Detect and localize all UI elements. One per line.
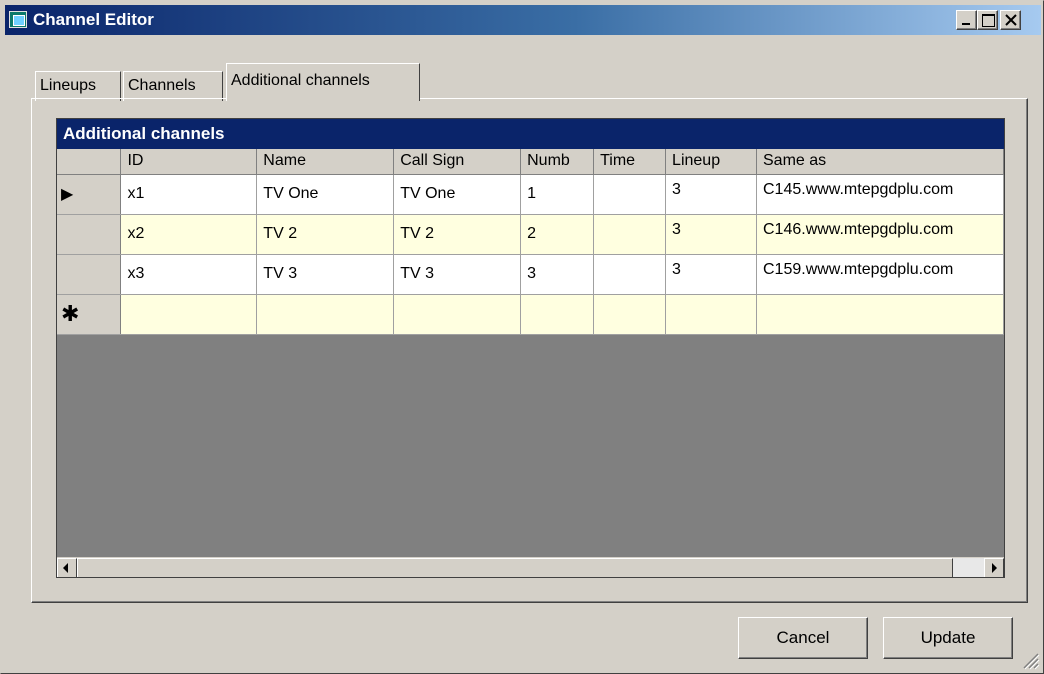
tab-lineups[interactable]: Lineups xyxy=(35,71,121,101)
tab-additional-channels[interactable]: Additional channels xyxy=(226,63,420,101)
cell-time[interactable] xyxy=(593,254,667,295)
cell-same-as[interactable]: C145.www.mtepgdplu.com xyxy=(756,174,1004,215)
column-header-same-as[interactable]: Same as xyxy=(756,149,1004,175)
cell-numb[interactable]: 1 xyxy=(520,174,595,215)
cell-call-sign[interactable]: TV 2 xyxy=(393,214,522,255)
cell-name[interactable]: TV 3 xyxy=(256,254,395,295)
cell-same-as[interactable]: C146.www.mtepgdplu.com xyxy=(756,214,1004,255)
column-header-id[interactable]: ID xyxy=(120,149,258,175)
maximize-button[interactable] xyxy=(977,10,998,30)
channel-editor-window: Channel Editor Lineups Channels Addition… xyxy=(0,0,1044,674)
cell-call-sign[interactable]: TV One xyxy=(393,174,522,215)
cell-lineup[interactable]: 3 xyxy=(665,174,757,215)
close-icon xyxy=(1005,14,1017,26)
cell-call-sign[interactable] xyxy=(393,294,522,335)
table-row[interactable]: ▶ x1 TV One TV One 1 3 C145.www.mtepgdpl… xyxy=(57,174,1004,215)
cell-time[interactable] xyxy=(593,294,667,335)
header-row: ID Name Call Sign Numb Time Lineup Same … xyxy=(57,149,1004,175)
cell-name[interactable] xyxy=(256,294,395,335)
close-button[interactable] xyxy=(1000,10,1021,30)
additional-channels-grid[interactable]: Additional channels ID Name Call Sign Nu… xyxy=(56,118,1005,578)
row-selector[interactable] xyxy=(57,254,122,295)
minimize-button[interactable] xyxy=(956,10,977,30)
column-header-time[interactable]: Time xyxy=(593,149,667,175)
scroll-left-icon[interactable] xyxy=(57,558,77,577)
cell-lineup[interactable]: 3 xyxy=(665,254,757,295)
column-header-lineup[interactable]: Lineup xyxy=(665,149,757,175)
channels-table: ID Name Call Sign Numb Time Lineup Same … xyxy=(57,149,1004,335)
cell-lineup[interactable]: 3 xyxy=(665,214,757,255)
cell-id[interactable] xyxy=(120,294,258,335)
title-bar[interactable]: Channel Editor xyxy=(5,5,1041,35)
horizontal-scrollbar[interactable] xyxy=(57,557,1004,577)
cell-numb[interactable]: 2 xyxy=(520,214,595,255)
cell-id[interactable]: x2 xyxy=(120,214,258,255)
cell-time[interactable] xyxy=(593,214,667,255)
cell-name[interactable]: TV One xyxy=(256,174,395,215)
column-header-numb[interactable]: Numb xyxy=(520,149,595,175)
cell-same-as[interactable] xyxy=(756,294,1004,335)
cell-numb[interactable] xyxy=(520,294,595,335)
tab-channels[interactable]: Channels xyxy=(123,71,223,101)
update-button[interactable]: Update xyxy=(883,617,1013,659)
cell-same-as[interactable]: C159.www.mtepgdplu.com xyxy=(756,254,1004,295)
cell-lineup[interactable] xyxy=(665,294,757,335)
app-icon xyxy=(9,11,27,28)
window-title: Channel Editor xyxy=(33,10,154,29)
new-row-asterisk-icon[interactable]: ✱ xyxy=(57,294,122,335)
cell-id[interactable]: x1 xyxy=(120,174,258,215)
scroll-right-icon[interactable] xyxy=(984,558,1004,577)
resize-grip-icon[interactable] xyxy=(1020,650,1040,670)
column-header-name[interactable]: Name xyxy=(256,149,395,175)
column-header-call-sign[interactable]: Call Sign xyxy=(393,149,522,175)
cell-numb[interactable]: 3 xyxy=(520,254,595,295)
table-row[interactable]: x2 TV 2 TV 2 2 3 C146.www.mtepgdplu.com xyxy=(57,214,1004,255)
row-header-corner xyxy=(57,149,122,175)
cell-name[interactable]: TV 2 xyxy=(256,214,395,255)
cell-call-sign[interactable]: TV 3 xyxy=(393,254,522,295)
table-row[interactable]: x3 TV 3 TV 3 3 3 C159.www.mtepgdplu.com xyxy=(57,254,1004,295)
scroll-thumb[interactable] xyxy=(77,558,953,577)
row-selector[interactable] xyxy=(57,214,122,255)
new-row[interactable]: ✱ xyxy=(57,294,1004,335)
current-row-indicator-icon[interactable]: ▶ xyxy=(57,174,122,215)
cancel-button[interactable]: Cancel xyxy=(738,617,868,659)
cell-time[interactable] xyxy=(593,174,667,215)
grid-caption: Additional channels xyxy=(57,119,1004,149)
cell-id[interactable]: x3 xyxy=(120,254,258,295)
